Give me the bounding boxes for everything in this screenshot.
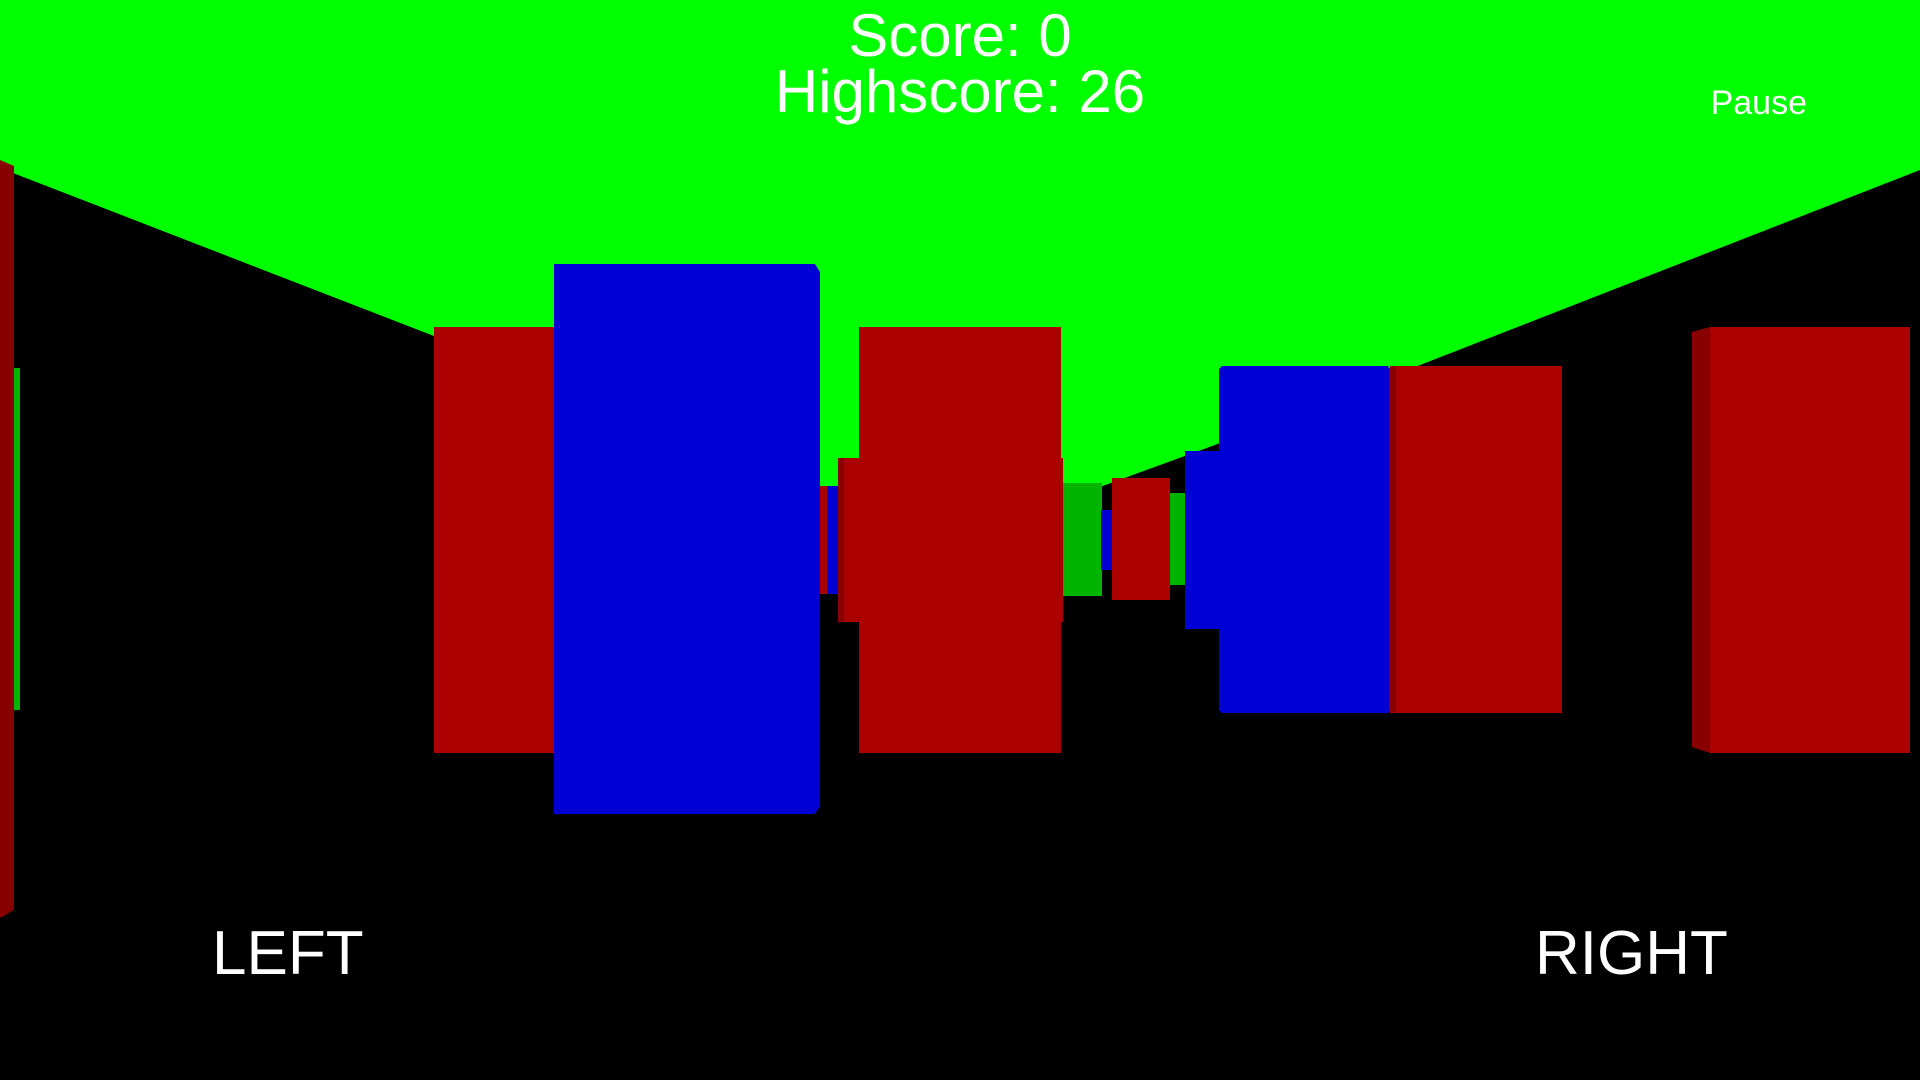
red-block-left — [434, 327, 559, 753]
red-block-far-right — [1710, 327, 1910, 753]
score-display: Score: 0 Highscore: 26 — [0, 2, 1920, 125]
left-edge-green-strip — [14, 368, 20, 710]
small-red-sliver-left — [819, 486, 827, 594]
blue-block-large — [554, 264, 820, 814]
red-block-right-side — [1389, 366, 1396, 713]
red-block-center-edge — [838, 458, 844, 622]
highscore-text: Highscore: 26 — [774, 58, 1146, 125]
far-red-block — [1112, 478, 1170, 600]
left-edge-block — [0, 160, 14, 918]
right-button[interactable]: RIGHT — [1535, 918, 1728, 989]
blue-block-right — [1219, 366, 1390, 713]
far-green-block — [1058, 483, 1102, 596]
red-block-right — [1390, 366, 1562, 713]
far-green-block-right — [1168, 493, 1186, 585]
game-canvas: Score: 0 Highscore: 26 Pause LEFT RIGHT — [0, 0, 1920, 1080]
score-text: Score: 0 — [848, 2, 1072, 69]
red-block-far-right-side — [1692, 327, 1710, 753]
red-block-center-front — [838, 458, 1063, 622]
mid-blue-block-right — [1185, 451, 1221, 629]
pause-button[interactable]: Pause — [1711, 84, 1807, 123]
left-button[interactable]: LEFT — [212, 918, 364, 989]
